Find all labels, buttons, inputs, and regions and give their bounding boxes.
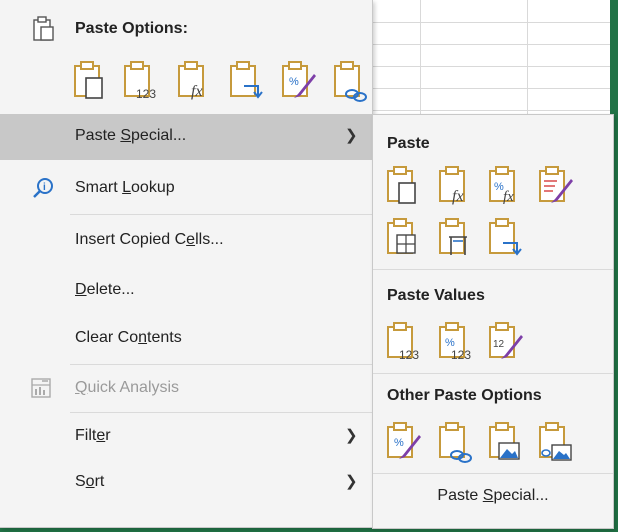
paste-link-icon[interactable] <box>332 60 370 104</box>
menu-item-label: Smart Lookup <box>75 179 175 196</box>
menu-item-delete[interactable]: Delete... <box>0 268 372 314</box>
submenu-title-other-paste-options: Other Paste Options <box>387 387 542 404</box>
paste-special-submenu: Paste fx % fx Paste Values 123 % 123 12 Ot… <box>372 114 614 529</box>
gridline <box>370 88 610 89</box>
menu-separator <box>70 364 372 365</box>
svg-text:%: % <box>394 437 404 449</box>
submenu-title-paste: Paste <box>387 135 430 152</box>
menu-item-paste-special[interactable]: Paste Special... ❯ <box>0 114 372 160</box>
menu-item-label: Filter <box>75 427 111 444</box>
paste-keep-column-widths-icon[interactable] <box>437 217 475 261</box>
paste-options-header: Paste Options: <box>0 12 372 48</box>
submenu-separator <box>373 373 613 374</box>
paste-formulas-number-format-icon[interactable]: % fx <box>487 165 525 209</box>
menu-item-label: Delete... <box>75 281 135 298</box>
paste-linked-picture-icon[interactable] <box>537 421 575 465</box>
paste-icon <box>32 16 56 42</box>
paste-values-source-formatting-icon[interactable]: 12 <box>487 321 525 365</box>
svg-text:fx: fx <box>452 188 464 205</box>
paste-link-icon[interactable] <box>437 421 475 465</box>
gridline <box>370 110 610 111</box>
menu-separator <box>70 214 372 215</box>
svg-text:fx: fx <box>191 83 203 100</box>
menu-item-sort[interactable]: Sort ❯ <box>0 460 372 506</box>
menu-item-label: Sort <box>75 473 105 490</box>
gridline <box>370 44 610 45</box>
submenu-separator <box>373 269 613 270</box>
menu-item-label: Insert Copied Cells... <box>75 231 224 248</box>
svg-text:123: 123 <box>451 348 471 362</box>
chevron-right-icon: ❯ <box>345 127 358 144</box>
menu-separator <box>70 412 372 413</box>
paste-no-borders-icon[interactable] <box>385 217 423 261</box>
paste-transpose-icon[interactable] <box>228 60 266 104</box>
paste-values-icon[interactable]: 123 <box>122 60 160 104</box>
menu-item-clear-contents[interactable]: Clear Contents <box>0 316 372 362</box>
submenu-title-paste-values: Paste Values <box>387 287 485 304</box>
submenu-separator <box>373 473 613 474</box>
menu-item-insert-copied-cells[interactable]: Insert Copied Cells... <box>0 218 372 264</box>
paste-values-number-format-icon[interactable]: % 123 <box>437 321 475 365</box>
chevron-right-icon: ❯ <box>345 473 358 490</box>
svg-text:12: 12 <box>493 339 505 350</box>
menu-item-label: Paste Special... <box>75 127 187 144</box>
svg-text:i: i <box>43 182 46 193</box>
paste-formulas-icon[interactable]: fx <box>437 165 475 209</box>
paste-icon[interactable] <box>385 165 423 209</box>
svg-text:fx: fx <box>503 189 514 205</box>
paste-options-label: Paste Options: <box>75 20 188 37</box>
menu-item-label: Quick Analysis <box>75 379 180 396</box>
svg-text:%: % <box>289 76 299 88</box>
search-icon: i <box>32 177 54 199</box>
paste-values-icon[interactable]: 123 <box>385 321 423 365</box>
menu-item-quick-analysis: Quick Analysis <box>0 366 372 412</box>
paste-keep-source-formatting-icon[interactable] <box>537 165 575 209</box>
context-menu: Paste Options: 123 fx % Paste Special...… <box>0 0 373 528</box>
paste-icon[interactable] <box>72 60 110 104</box>
paste-formatting-icon[interactable]: % <box>280 60 318 104</box>
paste-special-link[interactable]: Paste Special... <box>373 487 613 505</box>
paste-transpose-icon[interactable] <box>487 217 525 261</box>
svg-text:123: 123 <box>136 87 156 101</box>
paste-formatting-icon[interactable]: % <box>385 421 423 465</box>
gridline <box>370 22 610 23</box>
menu-item-filter[interactable]: Filter ❯ <box>0 414 372 460</box>
svg-text:123: 123 <box>399 348 419 362</box>
paste-picture-icon[interactable] <box>487 421 525 465</box>
menu-item-smart-lookup[interactable]: i Smart Lookup <box>0 166 372 212</box>
menu-item-label: Clear Contents <box>75 329 182 346</box>
gridline <box>370 66 610 67</box>
quick-analysis-icon <box>30 377 52 399</box>
chevron-right-icon: ❯ <box>345 427 358 444</box>
paste-formulas-icon[interactable]: fx <box>176 60 214 104</box>
